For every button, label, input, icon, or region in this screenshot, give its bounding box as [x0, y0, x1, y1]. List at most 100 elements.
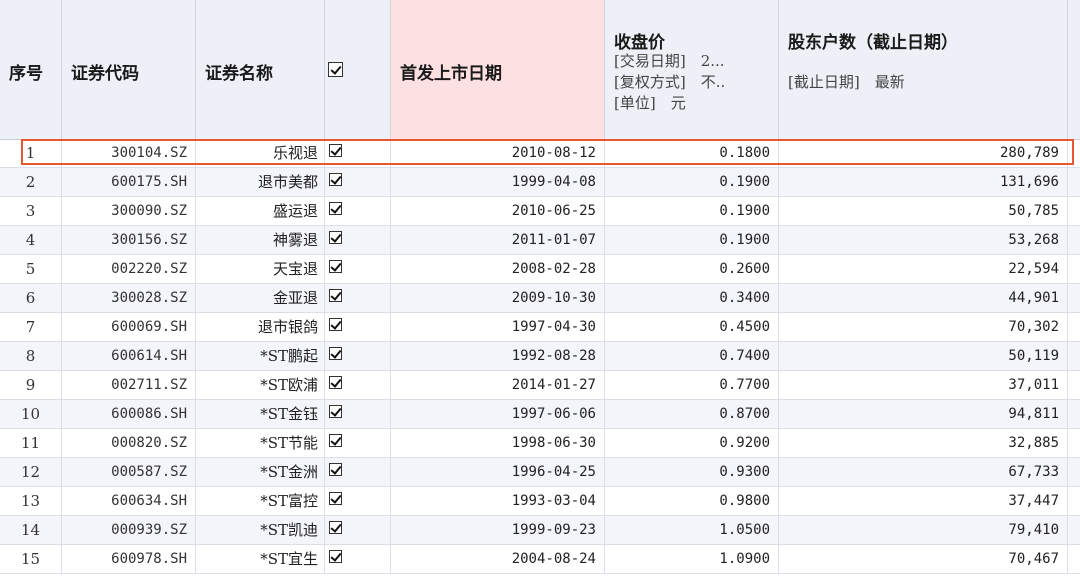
row-select — [325, 284, 391, 312]
table-row[interactable]: 10 600086.SH *ST金钰 1997-06-06 0.8700 94,811 — [0, 400, 1080, 429]
column-header-name-label: 证券名称 — [205, 64, 273, 84]
row-seq: 3 — [0, 197, 62, 225]
row-select — [325, 255, 391, 283]
row-holders: 94,811 — [779, 400, 1068, 428]
row-holders: 79,410 — [779, 516, 1068, 544]
row-seq: 2 — [0, 168, 62, 196]
table-row[interactable]: 5 002220.SZ 天宝退 2008-02-28 0.2600 22,594 — [0, 255, 1080, 284]
row-holders: 67,733 — [779, 458, 1068, 486]
table-row[interactable]: 4 300156.SZ 神雾退 2011-01-07 0.1900 53,268 — [0, 226, 1080, 255]
row-select — [325, 313, 391, 341]
row-holders: 53,268 — [779, 226, 1068, 254]
row-select — [325, 487, 391, 515]
table-row[interactable]: 1 300104.SZ 乐视退 2010-08-12 0.1800 280,789 — [0, 139, 1080, 168]
table-row[interactable]: 11 000820.SZ *ST节能 1998-06-30 0.9200 32,885 — [0, 429, 1080, 458]
row-close-price: 0.9200 — [605, 429, 779, 457]
row-seq: 14 — [0, 516, 62, 544]
row-select — [325, 226, 391, 254]
row-name: 退市银鸽 — [196, 313, 325, 341]
table-row[interactable]: 8 600614.SH *ST鹏起 1992-08-28 0.7400 50,119 — [0, 342, 1080, 371]
row-name: *ST欧浦 — [196, 371, 325, 399]
column-header-ipo-date-label: 首发上市日期 — [400, 64, 502, 84]
row-code: 002220.SZ — [62, 255, 196, 283]
column-header-seq[interactable]: 序号 — [0, 0, 62, 139]
row-checkbox-icon[interactable] — [329, 521, 342, 534]
row-code: 300104.SZ — [62, 139, 196, 167]
table-row[interactable]: 7 600069.SH 退市银鸽 1997-04-30 0.4500 70,302 — [0, 313, 1080, 342]
row-holders: 50,119 — [779, 342, 1068, 370]
row-holders: 131,696 — [779, 168, 1068, 196]
table-row[interactable]: 6 300028.SZ 金亚退 2009-10-30 0.3400 44,901 — [0, 284, 1080, 313]
row-ipo-date: 2010-08-12 — [391, 139, 605, 167]
row-select — [325, 371, 391, 399]
row-name: *ST凯迪 — [196, 516, 325, 544]
row-checkbox-icon[interactable] — [329, 492, 342, 505]
row-holders: 37,011 — [779, 371, 1068, 399]
row-select — [325, 429, 391, 457]
row-checkbox-icon[interactable] — [329, 202, 342, 215]
table-row[interactable]: 13 600634.SH *ST富控 1993-03-04 0.9800 37,447 — [0, 487, 1080, 516]
table-row[interactable]: 14 000939.SZ *ST凯迪 1999-09-23 1.0500 79,410 — [0, 516, 1080, 545]
row-checkbox-icon[interactable] — [329, 289, 342, 302]
row-checkbox-icon[interactable] — [329, 347, 342, 360]
column-header-close-price-label: 收盘价 — [614, 33, 665, 53]
row-code: 600069.SH — [62, 313, 196, 341]
row-select — [325, 168, 391, 196]
row-checkbox-icon[interactable] — [329, 550, 342, 563]
row-seq: 10 — [0, 400, 62, 428]
column-header-code-label: 证券代码 — [71, 64, 139, 84]
column-header-name[interactable]: 证券名称 — [196, 0, 325, 139]
row-select — [325, 197, 391, 225]
column-header-holders[interactable]: 股东户数（截止日期） [截止日期] 最新 — [779, 0, 1068, 139]
column-header-code[interactable]: 证券代码 — [62, 0, 196, 139]
close-price-param-trade-date: [交易日期] 2... — [614, 52, 725, 70]
row-checkbox-icon[interactable] — [329, 405, 342, 418]
row-code: 300090.SZ — [62, 197, 196, 225]
row-seq: 8 — [0, 342, 62, 370]
row-code: 002711.SZ — [62, 371, 196, 399]
table-row[interactable]: 15 600978.SH *ST宜生 2004-08-24 1.0900 70,467 — [0, 545, 1080, 574]
row-code: 300156.SZ — [62, 226, 196, 254]
row-seq: 5 — [0, 255, 62, 283]
row-ipo-date: 1993-03-04 — [391, 487, 605, 515]
row-name: *ST金钰 — [196, 400, 325, 428]
row-code: 600978.SH — [62, 545, 196, 573]
row-close-price: 0.1900 — [605, 197, 779, 225]
row-checkbox-icon[interactable] — [329, 260, 342, 273]
row-name: 盛运退 — [196, 197, 325, 225]
row-holders: 32,885 — [779, 429, 1068, 457]
column-header-seq-label: 序号 — [9, 64, 43, 84]
table-row[interactable]: 12 000587.SZ *ST金洲 1996-04-25 0.9300 67,733 — [0, 458, 1080, 487]
row-code: 600634.SH — [62, 487, 196, 515]
row-checkbox-icon[interactable] — [329, 144, 342, 157]
table-body: 1 300104.SZ 乐视退 2010-08-12 0.1800 280,789 2 600… — [0, 139, 1080, 574]
row-ipo-date: 2008-02-28 — [391, 255, 605, 283]
row-checkbox-icon[interactable] — [329, 173, 342, 186]
row-ipo-date: 1997-04-30 — [391, 313, 605, 341]
close-price-param-adjust: [复权方式] 不.. — [614, 73, 726, 91]
table-row[interactable]: 9 002711.SZ *ST欧浦 2014-01-27 0.7700 37,011 — [0, 371, 1080, 400]
row-checkbox-icon[interactable] — [329, 434, 342, 447]
row-checkbox-icon[interactable] — [329, 231, 342, 244]
row-ipo-date: 2009-10-30 — [391, 284, 605, 312]
table-row[interactable]: 3 300090.SZ 盛运退 2010-06-25 0.1900 50,785 — [0, 197, 1080, 226]
row-close-price: 0.8700 — [605, 400, 779, 428]
row-close-price: 0.3400 — [605, 284, 779, 312]
row-seq: 7 — [0, 313, 62, 341]
row-close-price: 0.7700 — [605, 371, 779, 399]
row-checkbox-icon[interactable] — [329, 463, 342, 476]
row-seq: 12 — [0, 458, 62, 486]
row-checkbox-icon[interactable] — [329, 318, 342, 331]
select-all-checkbox-icon[interactable] — [328, 62, 343, 77]
row-checkbox-icon[interactable] — [329, 376, 342, 389]
row-ipo-date: 1998-06-30 — [391, 429, 605, 457]
table-row[interactable]: 2 600175.SH 退市美都 1999-04-08 0.1900 131,696 — [0, 168, 1080, 197]
column-header-ipo-date[interactable]: 首发上市日期 — [391, 0, 605, 139]
row-name: *ST节能 — [196, 429, 325, 457]
column-header-close-price[interactable]: 收盘价 [交易日期] 2... [复权方式] 不.. [单位] 元 — [605, 0, 779, 139]
row-close-price: 1.0500 — [605, 516, 779, 544]
row-holders: 70,467 — [779, 545, 1068, 573]
row-name: *ST宜生 — [196, 545, 325, 573]
row-close-price: 0.7400 — [605, 342, 779, 370]
row-code: 000939.SZ — [62, 516, 196, 544]
